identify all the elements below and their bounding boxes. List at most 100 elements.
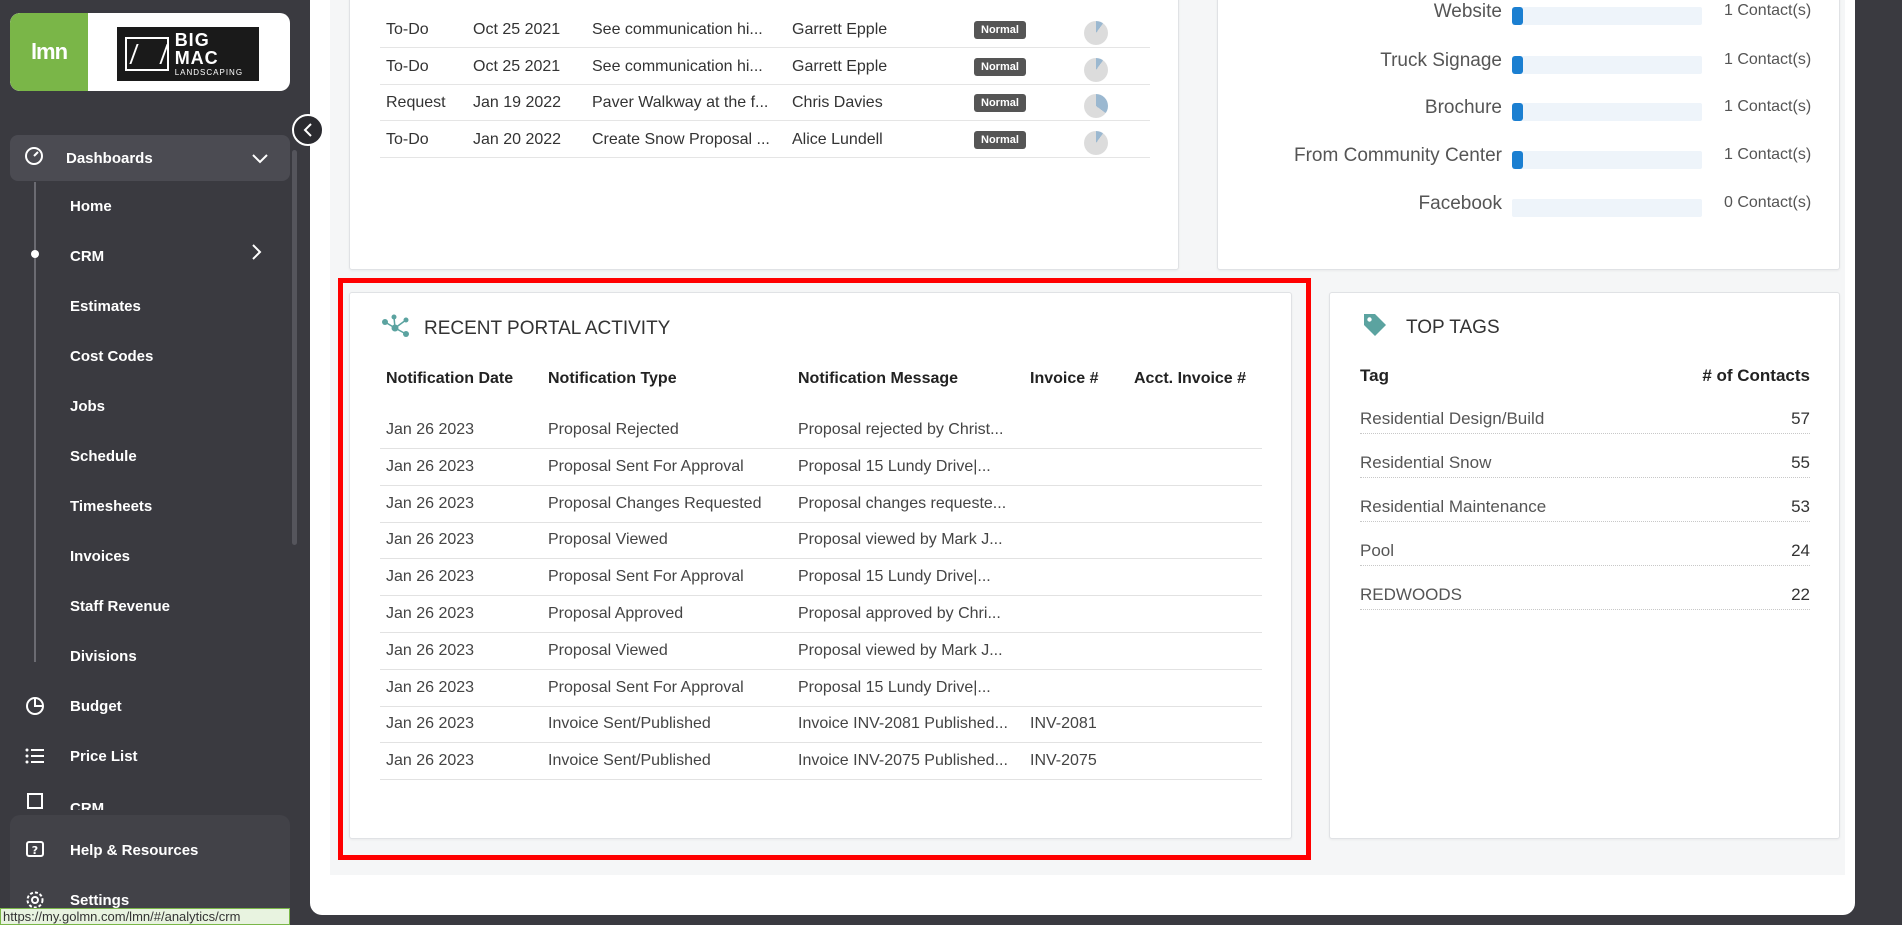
nav-crm[interactable]: CRM bbox=[0, 792, 290, 810]
priority-badge: Normal bbox=[974, 94, 1026, 112]
list-item: From Community Center 1 Contact(s) bbox=[1217, 141, 1837, 171]
chevron-right-icon[interactable] bbox=[252, 244, 262, 265]
chevron-down-icon bbox=[252, 148, 268, 169]
col-invoice-number[interactable]: Invoice # bbox=[1030, 370, 1098, 388]
source-bar-track bbox=[1512, 103, 1702, 121]
table-row[interactable]: To-Do Oct 25 2021 See communication hi... G… bbox=[380, 12, 1150, 48]
table-row[interactable]: Jan 26 2023 Invoice Sent/Published Invoice… bbox=[380, 743, 1262, 781]
source-bar-track bbox=[1512, 56, 1702, 74]
tag-name: REDWOODS bbox=[1360, 585, 1462, 604]
table-row[interactable]: To-Do Oct 25 2021 See communication hi... G… bbox=[380, 49, 1150, 85]
col-notification-type[interactable]: Notification Type bbox=[548, 370, 677, 388]
table-row[interactable]: Jan 26 2023 Proposal Sent For Approval Pro… bbox=[380, 449, 1262, 486]
nav-settings-label: Settings bbox=[70, 891, 130, 909]
sidebar-item-home[interactable]: Home bbox=[70, 198, 112, 215]
tag-name: Residential Maintenance bbox=[1360, 497, 1547, 516]
sidebar-item-crm[interactable]: CRM bbox=[70, 248, 104, 265]
nav-price-list[interactable]: Price List bbox=[0, 741, 290, 771]
list-item: Facebook 0 Contact(s) bbox=[1217, 189, 1837, 219]
list-item[interactable]: Residential Design/Build 57 bbox=[1360, 406, 1810, 434]
cell-type: Proposal Viewed bbox=[548, 641, 668, 659]
cell-invoice: INV-2081 bbox=[1030, 715, 1097, 733]
cell-type: Proposal Sent For Approval bbox=[548, 457, 744, 475]
source-count: 1 Contact(s) bbox=[1724, 51, 1812, 68]
list-item[interactable]: REDWOODS 22 bbox=[1360, 582, 1810, 610]
nav-help[interactable]: ? Help & Resources bbox=[0, 835, 290, 865]
sidebar-scrollbar[interactable] bbox=[292, 150, 297, 545]
company-subtitle: LANDSCAPING bbox=[174, 68, 244, 77]
sidebar-item-cost-codes[interactable]: Cost Codes bbox=[70, 348, 153, 365]
source-bar-track bbox=[1512, 199, 1702, 217]
table-row[interactable]: Jan 26 2023 Proposal Changes Requested Pro… bbox=[380, 486, 1262, 523]
sidebar-item-timesheets[interactable]: Timesheets bbox=[70, 498, 152, 515]
source-label: Facebook bbox=[1418, 193, 1502, 214]
cell-type: Proposal Viewed bbox=[548, 531, 668, 549]
table-row[interactable]: To-Do Jan 20 2022 Create Snow Proposal ...… bbox=[380, 122, 1150, 158]
cell-type: Proposal Sent For Approval bbox=[548, 568, 744, 586]
table-row[interactable]: Jan 26 2023 Proposal Sent For Approval Pro… bbox=[380, 670, 1262, 707]
priority-badge: Normal bbox=[974, 130, 1026, 149]
sidebar-item-divisions[interactable]: Divisions bbox=[70, 648, 137, 665]
table-row[interactable]: Jan 26 2023 Proposal Viewed Proposal viewe… bbox=[380, 522, 1262, 560]
tag-count: 22 bbox=[1791, 585, 1810, 604]
col-notification-date[interactable]: Notification Date bbox=[386, 370, 513, 388]
company-name: BIG MAC bbox=[174, 30, 219, 68]
nav-budget-label: Budget bbox=[70, 697, 122, 715]
cell-type: Proposal Changes Requested bbox=[548, 494, 762, 512]
cell-invoice: INV-2075 bbox=[1030, 752, 1097, 770]
svg-text:?: ? bbox=[32, 844, 38, 857]
table-row[interactable]: Jan 26 2023 Proposal Viewed Proposal viewe… bbox=[380, 633, 1262, 670]
table-row[interactable]: Request Jan 19 2022 Paver Walkway at the f… bbox=[380, 85, 1150, 121]
source-label: Truck Signage bbox=[1380, 50, 1502, 71]
top-tags-title: TOP TAGS bbox=[1406, 317, 1500, 338]
table-row[interactable]: Jan 26 2023 Proposal Rejected Proposal rej… bbox=[380, 412, 1262, 449]
cell-date: Jan 26 2023 bbox=[386, 752, 475, 770]
nav-dashboards[interactable]: Dashboards bbox=[10, 135, 290, 181]
cell-type: Proposal Sent For Approval bbox=[548, 678, 744, 696]
col-notification-message[interactable]: Notification Message bbox=[798, 370, 958, 388]
list-item: Brochure 1 Contact(s) bbox=[1217, 93, 1837, 123]
nav-budget[interactable]: Budget bbox=[0, 691, 290, 721]
task-type: To-Do bbox=[386, 21, 429, 38]
sidebar-item-estimates[interactable]: Estimates bbox=[70, 298, 141, 315]
tag-icon bbox=[1362, 312, 1388, 344]
progress-pie-icon bbox=[1084, 94, 1108, 118]
cell-message: Proposal rejected by Christ... bbox=[798, 421, 1004, 438]
sidebar-item-jobs[interactable]: Jobs bbox=[70, 398, 105, 415]
cell-message: Proposal 15 Lundy Drive|... bbox=[798, 568, 991, 586]
source-count: 1 Contact(s) bbox=[1724, 2, 1812, 19]
source-label: Brochure bbox=[1424, 97, 1502, 118]
cell-date: Jan 26 2023 bbox=[386, 715, 475, 733]
sidebar-item-invoices[interactable]: Invoices bbox=[70, 548, 130, 565]
list-item[interactable]: Residential Maintenance 53 bbox=[1360, 494, 1810, 522]
sidebar-collapse-button[interactable] bbox=[292, 114, 324, 146]
source-label: Website bbox=[1433, 1, 1502, 22]
progress-pie-icon bbox=[1084, 21, 1108, 45]
cell-message: Proposal 15 Lundy Drive|... bbox=[798, 457, 991, 475]
sidebar-item-schedule[interactable]: Schedule bbox=[70, 448, 137, 465]
source-bar-fill bbox=[1512, 7, 1523, 25]
tag-count: 55 bbox=[1791, 453, 1810, 472]
cell-date: Jan 26 2023 bbox=[386, 421, 475, 438]
list-item[interactable]: Pool 24 bbox=[1360, 538, 1810, 566]
portal-activity-title: RECENT PORTAL ACTIVITY bbox=[424, 318, 671, 339]
col-acct-invoice-number[interactable]: Acct. Invoice # bbox=[1134, 370, 1246, 388]
task-type: Request bbox=[386, 94, 446, 111]
cell-date: Jan 26 2023 bbox=[386, 457, 475, 475]
priority-badge: Normal bbox=[974, 21, 1026, 39]
cell-date: Jan 26 2023 bbox=[386, 531, 475, 549]
list-item[interactable]: Residential Snow 55 bbox=[1360, 450, 1810, 478]
cell-date: Jan 26 2023 bbox=[386, 678, 475, 696]
tag-name: Pool bbox=[1360, 541, 1395, 560]
table-row[interactable]: Jan 26 2023 Invoice Sent/Published Invoice… bbox=[380, 706, 1262, 744]
tag-count: 53 bbox=[1791, 497, 1810, 516]
task-date: Jan 20 2022 bbox=[473, 130, 562, 148]
sidebar: lmn BIG MAC LANDSCAPING Dashboards Home … bbox=[0, 0, 300, 925]
brand-logo-box[interactable]: lmn BIG MAC LANDSCAPING bbox=[10, 13, 290, 91]
progress-pie-icon bbox=[1084, 130, 1108, 155]
sidebar-item-staff-revenue[interactable]: Staff Revenue bbox=[70, 598, 170, 615]
progress-pie-icon bbox=[1084, 57, 1108, 82]
task-assignee: Garrett Epple bbox=[792, 21, 888, 38]
table-row[interactable]: Jan 26 2023 Proposal Sent For Approval Pro… bbox=[380, 559, 1262, 597]
table-row[interactable]: Jan 26 2023 Proposal Approved Proposal app… bbox=[380, 596, 1262, 633]
